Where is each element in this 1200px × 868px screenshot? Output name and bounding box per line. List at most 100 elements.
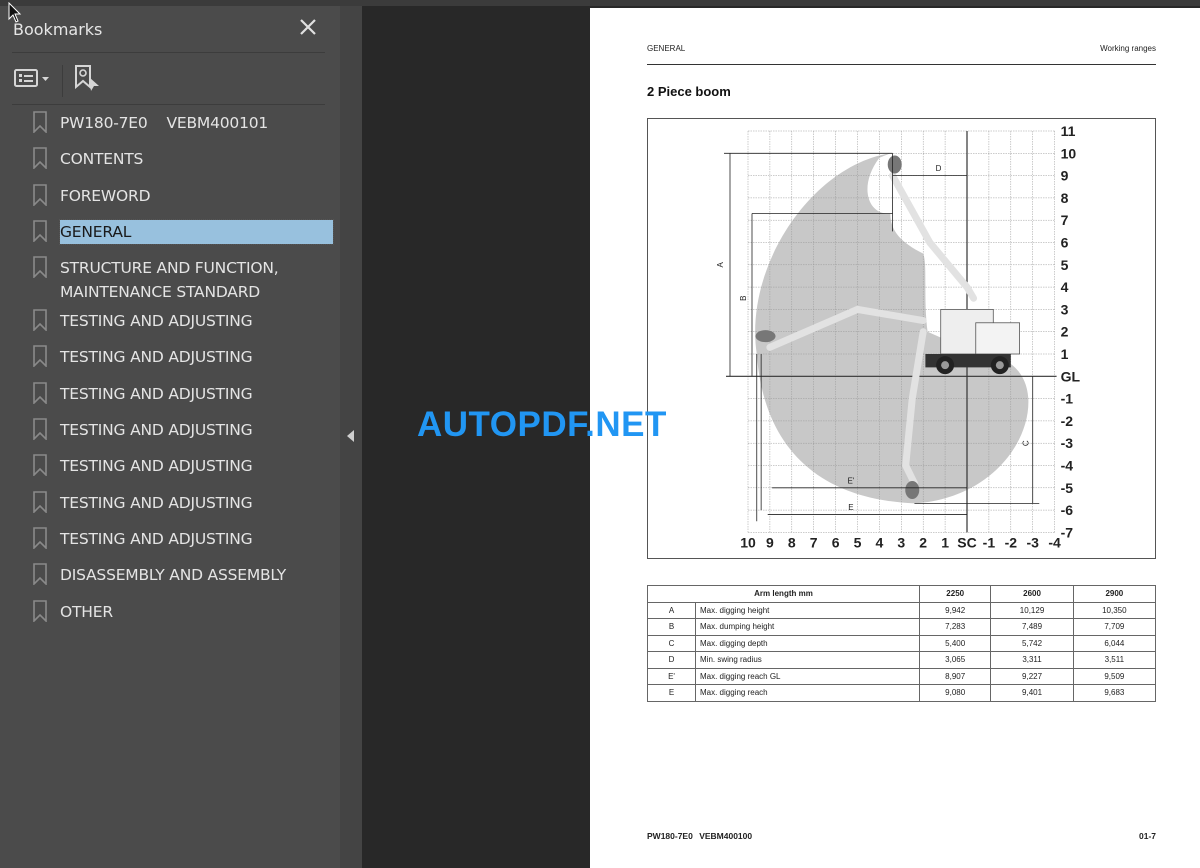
bookmark-item[interactable]: STRUCTURE AND FUNCTION, MAINTENANCE STAN… xyxy=(0,256,333,304)
x-tick-label: -4 xyxy=(1048,534,1061,550)
x-tick-label: SC xyxy=(957,534,976,550)
bookmark-item[interactable]: OTHER xyxy=(0,600,333,624)
row-value: 10,350 xyxy=(1072,601,1157,619)
bookmark-label: TESTING AND ADJUSTING xyxy=(60,385,253,403)
row-value: 9,509 xyxy=(1072,667,1157,685)
x-tick-label: -3 xyxy=(1026,534,1039,550)
header-col-3: 2900 xyxy=(1072,585,1157,603)
row-code: C xyxy=(647,634,696,652)
x-tick-label: 3 xyxy=(897,534,905,550)
x-tick-label: 6 xyxy=(832,534,840,550)
x-tick-label: -2 xyxy=(1005,534,1018,550)
bucket-bottom xyxy=(905,481,920,500)
bookmark-label: GENERAL xyxy=(59,219,334,245)
row-value: 7,709 xyxy=(1072,618,1157,636)
page-header-section: GENERAL xyxy=(647,44,686,53)
y-tick-label: 10 xyxy=(1061,145,1077,161)
y-tick-label: 6 xyxy=(1061,235,1069,251)
y-tick-label: -1 xyxy=(1061,391,1074,407)
bookmark-item[interactable]: TESTING AND ADJUSTING xyxy=(0,309,333,333)
row-value: 3,065 xyxy=(918,651,992,669)
list-options-icon xyxy=(14,69,49,87)
collapse-panel-button[interactable] xyxy=(340,6,362,868)
bookmark-item[interactable]: TESTING AND ADJUSTING xyxy=(0,418,333,442)
bookmark-icon xyxy=(33,418,47,440)
pdf-page: GENERAL Working ranges 2 Piece boom ABCD… xyxy=(590,8,1200,868)
mouse-cursor-icon xyxy=(8,2,22,23)
row-value: 9,080 xyxy=(918,684,992,702)
y-tick-label: -2 xyxy=(1061,413,1074,429)
y-tick-label: 5 xyxy=(1061,257,1069,273)
x-tick-label: 9 xyxy=(766,534,774,550)
bookmark-label: FOREWORD xyxy=(60,187,151,205)
bookmark-icon xyxy=(33,220,47,242)
row-code: E' xyxy=(647,667,696,685)
y-tick-label: 8 xyxy=(1061,190,1069,206)
row-description: Min. swing radius xyxy=(695,651,920,669)
bookmark-item[interactable]: GENERAL xyxy=(0,219,334,245)
row-value: 9,942 xyxy=(918,601,992,619)
bookmark-item[interactable]: CONTENTS xyxy=(0,147,333,171)
bookmark-label: TESTING AND ADJUSTING xyxy=(60,457,253,475)
header-col-2: 2600 xyxy=(990,585,1074,603)
bookmark-item[interactable]: TESTING AND ADJUSTING xyxy=(0,382,333,406)
header-arm-length: Arm length mm xyxy=(647,585,920,603)
x-tick-label: -1 xyxy=(983,534,996,550)
row-value: 8,907 xyxy=(918,667,992,685)
bookmark-icon xyxy=(33,345,47,367)
x-tick-label: 10 xyxy=(740,534,756,550)
bookmark-label: TESTING AND ADJUSTING xyxy=(60,421,253,439)
header-divider xyxy=(12,52,325,53)
bookmarks-title: Bookmarks xyxy=(13,20,103,39)
y-tick-label: -5 xyxy=(1061,480,1074,496)
y-tick-label: 4 xyxy=(1061,279,1069,295)
table-row: B Max. dumping height 7,283 7,489 7,709 xyxy=(647,618,1157,636)
bookmark-icon xyxy=(33,382,47,404)
wheel-rear-hub xyxy=(995,361,1004,370)
y-tick-label: 11 xyxy=(1061,123,1076,139)
working-range-svg: ABCDE'E10 9 8 7 6 5 4 3 2 1 SC -1 -2 -3 -4111098765432… xyxy=(716,123,1080,550)
bookmark-item[interactable]: TESTING AND ADJUSTING xyxy=(0,454,333,478)
table-row: C Max. digging depth 5,400 5,742 6,044 xyxy=(647,634,1157,652)
options-menu-button[interactable] xyxy=(12,63,56,93)
bookmark-item[interactable]: PW180-7E0 VEBM400101 xyxy=(0,111,333,135)
row-value: 5,742 xyxy=(990,634,1074,652)
header-col-1: 2250 xyxy=(918,585,992,603)
collapse-panel-arrow-icon xyxy=(347,430,354,442)
row-value: 3,511 xyxy=(1072,651,1157,669)
bookmark-item[interactable]: TESTING AND ADJUSTING xyxy=(0,491,333,515)
bookmark-label: TESTING AND ADJUSTING xyxy=(60,530,253,548)
toolbar-divider xyxy=(62,65,63,97)
bookmark-item[interactable]: TESTING AND ADJUSTING xyxy=(0,527,333,551)
dimension-label-c: C xyxy=(1021,440,1030,446)
wheel-front-hub xyxy=(941,361,950,370)
bookmark-item[interactable]: DISASSEMBLY AND ASSEMBLY xyxy=(0,563,333,587)
bookmarks-toolbar xyxy=(0,59,340,99)
bookmark-item[interactable]: TESTING AND ADJUSTING xyxy=(0,345,333,369)
bookmark-item[interactable]: FOREWORD xyxy=(0,184,333,208)
row-description: Max. digging reach GL xyxy=(695,667,920,685)
working-range-diagram: A B C D E' E 10 9 8 7 6 5 4 3 2 1 SC -1 -2 -3 -4 11 10 9 8 7 6 5 4 3 2… xyxy=(647,118,1156,559)
bookmark-label: TESTING AND ADJUSTING xyxy=(60,348,253,366)
y-tick-label: -3 xyxy=(1061,435,1074,451)
x-tick-label: 8 xyxy=(788,534,796,550)
table-row: E Max. digging reach 9,080 9,401 9,683 xyxy=(647,684,1157,702)
bookmarks-panel: Bookmarks PW180-7E0 VEBM400101 CONTENTS … xyxy=(0,6,340,868)
row-value: 9,683 xyxy=(1072,684,1157,702)
dimension-label-d: D xyxy=(936,164,942,173)
toolbar-divider-bottom xyxy=(12,104,325,105)
bookmarks-header: Bookmarks xyxy=(0,6,340,53)
table-row: E' Max. digging reach GL 8,907 9,227 9,509 xyxy=(647,667,1157,685)
row-value: 9,227 xyxy=(990,667,1074,685)
bookmark-label: TESTING AND ADJUSTING xyxy=(60,312,253,330)
bookmark-icon xyxy=(33,527,47,549)
machine-body xyxy=(975,322,1020,355)
find-current-bookmark-button[interactable] xyxy=(72,63,102,93)
row-value: 5,400 xyxy=(918,634,992,652)
close-icon xyxy=(300,19,316,35)
bookmark-icon xyxy=(33,309,47,331)
close-panel-button[interactable] xyxy=(296,15,320,39)
dimension-label-e: E xyxy=(848,503,853,512)
row-value: 7,283 xyxy=(918,618,992,636)
y-tick-label: -6 xyxy=(1061,502,1074,518)
